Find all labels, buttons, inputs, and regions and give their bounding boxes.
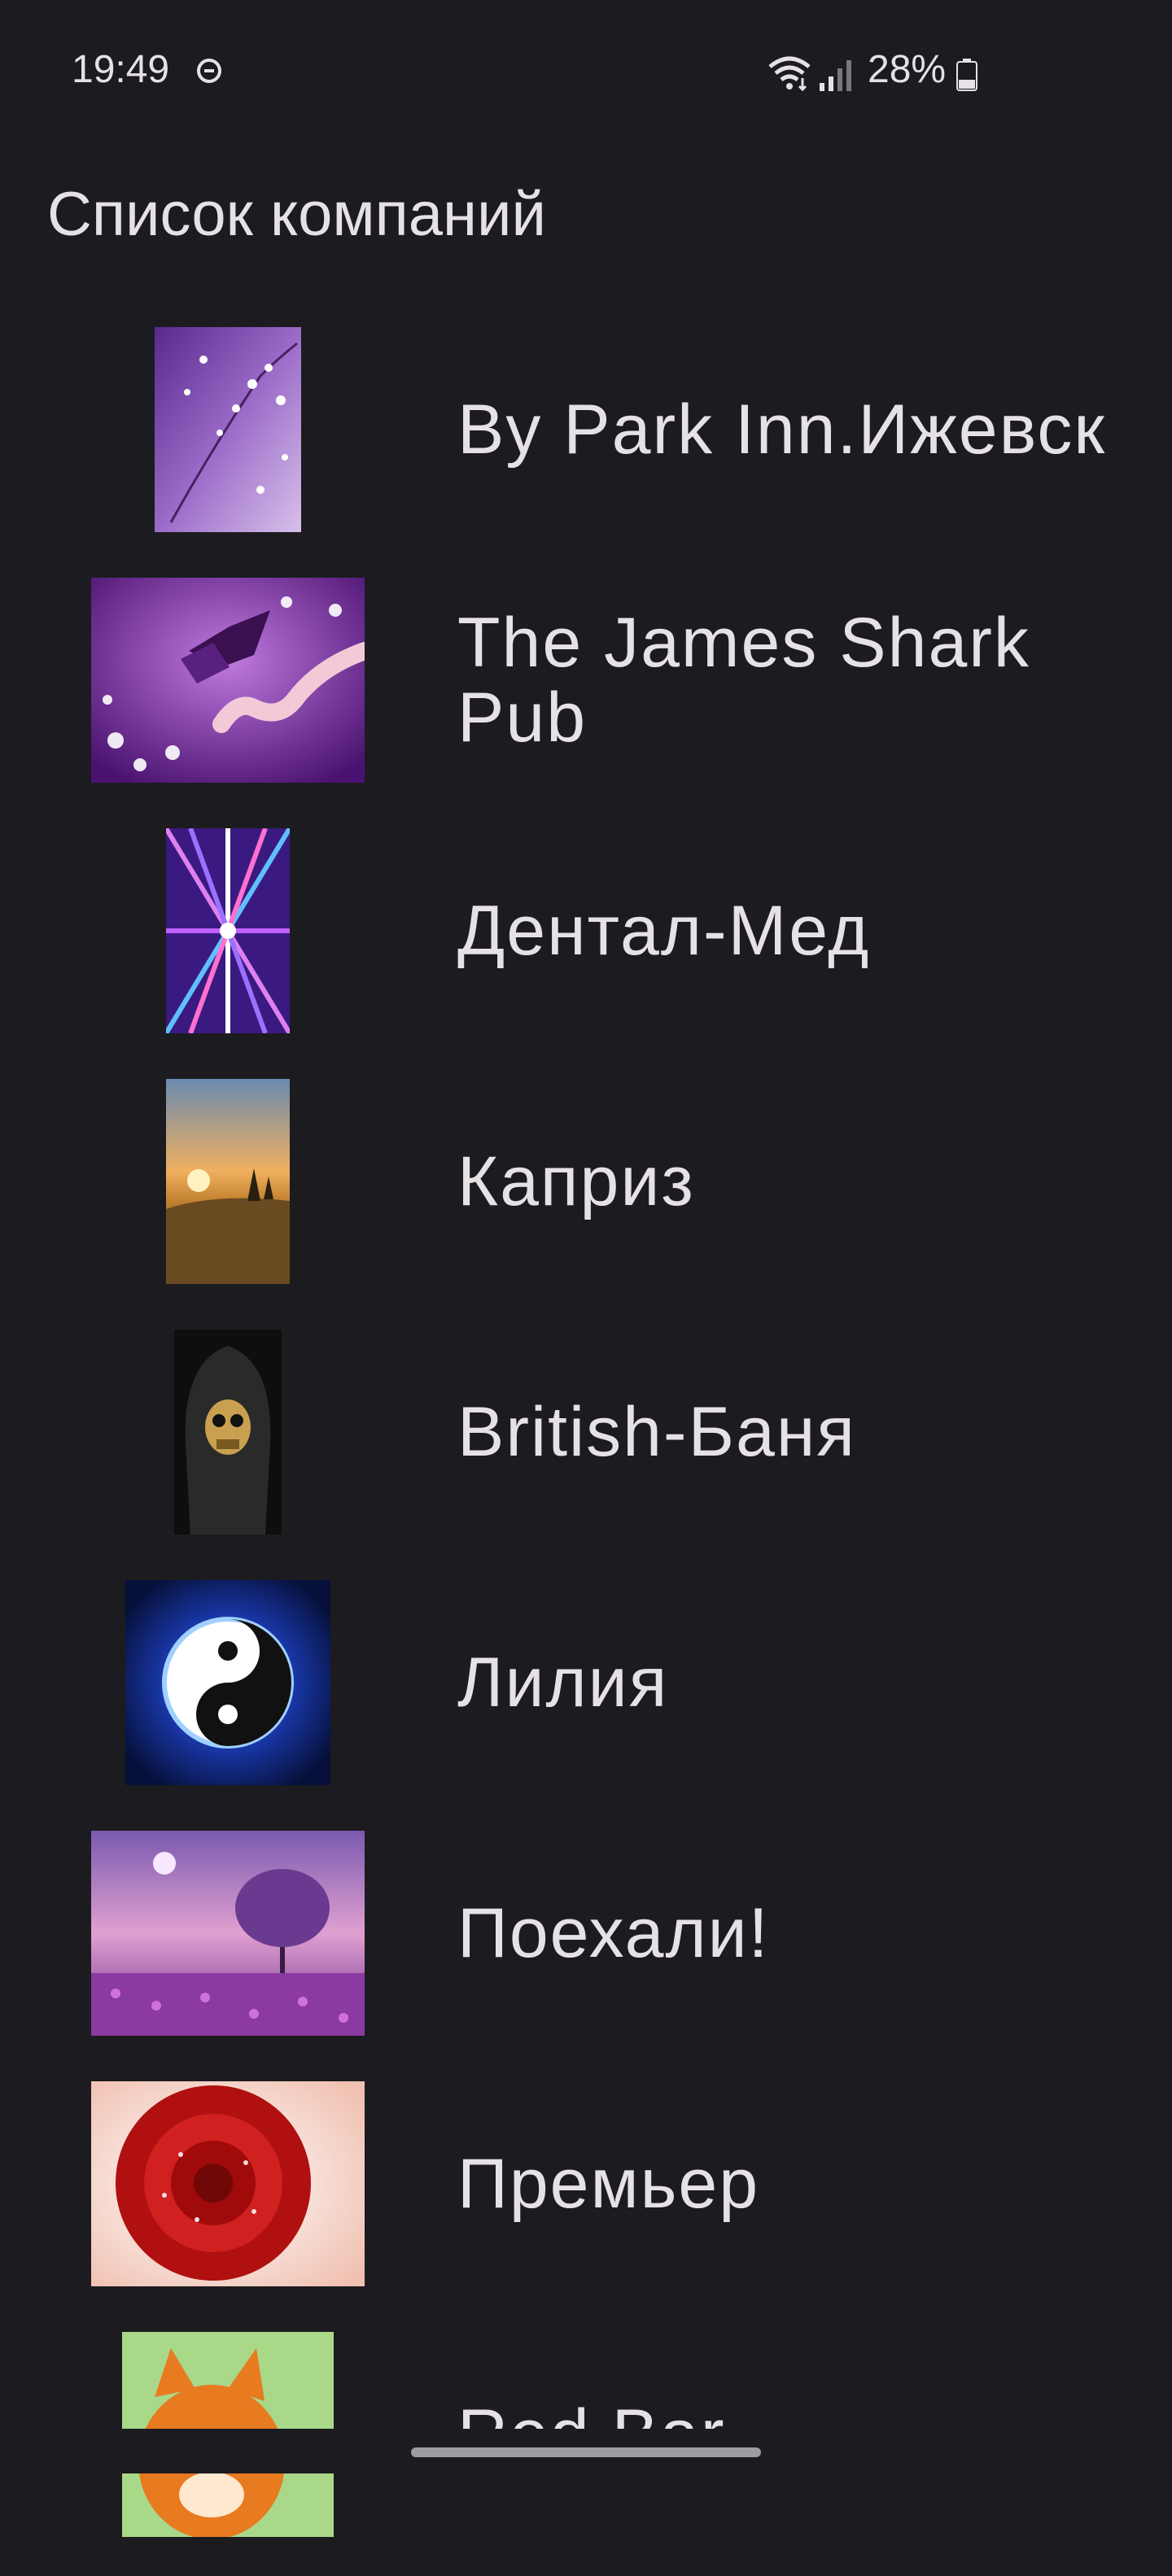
cellular-signal-icon — [820, 60, 851, 91]
status-time: 19:49 — [72, 48, 170, 91]
page-title: Список компаний — [47, 180, 546, 249]
company-item[interactable]: By Park Inn.Ижевск — [0, 321, 1172, 571]
company-name: British-Баня — [457, 1393, 856, 1471]
home-indicator[interactable] — [411, 2447, 761, 2457]
company-logo-image — [91, 578, 365, 783]
company-name: Лилия — [457, 1644, 669, 1722]
status-bar: 19:49 28% — [0, 0, 1172, 146]
company-logo-image — [91, 1831, 365, 2036]
company-name: By Park Inn.Ижевск — [457, 391, 1106, 469]
battery-icon — [956, 59, 977, 91]
company-list: By Park Inn.Ижевск The James Shark Pub Д… — [0, 321, 1172, 2576]
company-name: Дентал-Мед — [457, 892, 871, 970]
battery-percent: 28% — [868, 48, 947, 91]
company-logo-image — [155, 327, 301, 532]
company-name: Каприз — [457, 1142, 695, 1220]
company-item[interactable]: Лилия — [0, 1574, 1172, 1824]
company-logo-image — [174, 1329, 282, 1535]
company-name: The James Shark Pub — [457, 604, 1030, 757]
company-item[interactable]: Каприз — [0, 1072, 1172, 1323]
wifi-icon — [768, 56, 811, 92]
company-item[interactable]: Поехали! — [0, 1824, 1172, 2075]
company-name: Поехали! — [457, 1894, 770, 1972]
company-logo-image — [91, 2081, 365, 2286]
do-not-disturb-icon — [197, 59, 221, 83]
company-name: Премьер — [457, 2145, 760, 2223]
company-logo-image — [125, 1580, 330, 1785]
company-item[interactable]: British-Баня — [0, 1323, 1172, 1574]
company-logo-image — [166, 828, 290, 1033]
company-item[interactable]: The James Shark Pub — [0, 571, 1172, 822]
company-item[interactable]: Дентал-Мед — [0, 822, 1172, 1072]
company-item[interactable]: Премьер — [0, 2075, 1172, 2325]
company-logo-image — [166, 1079, 290, 1284]
